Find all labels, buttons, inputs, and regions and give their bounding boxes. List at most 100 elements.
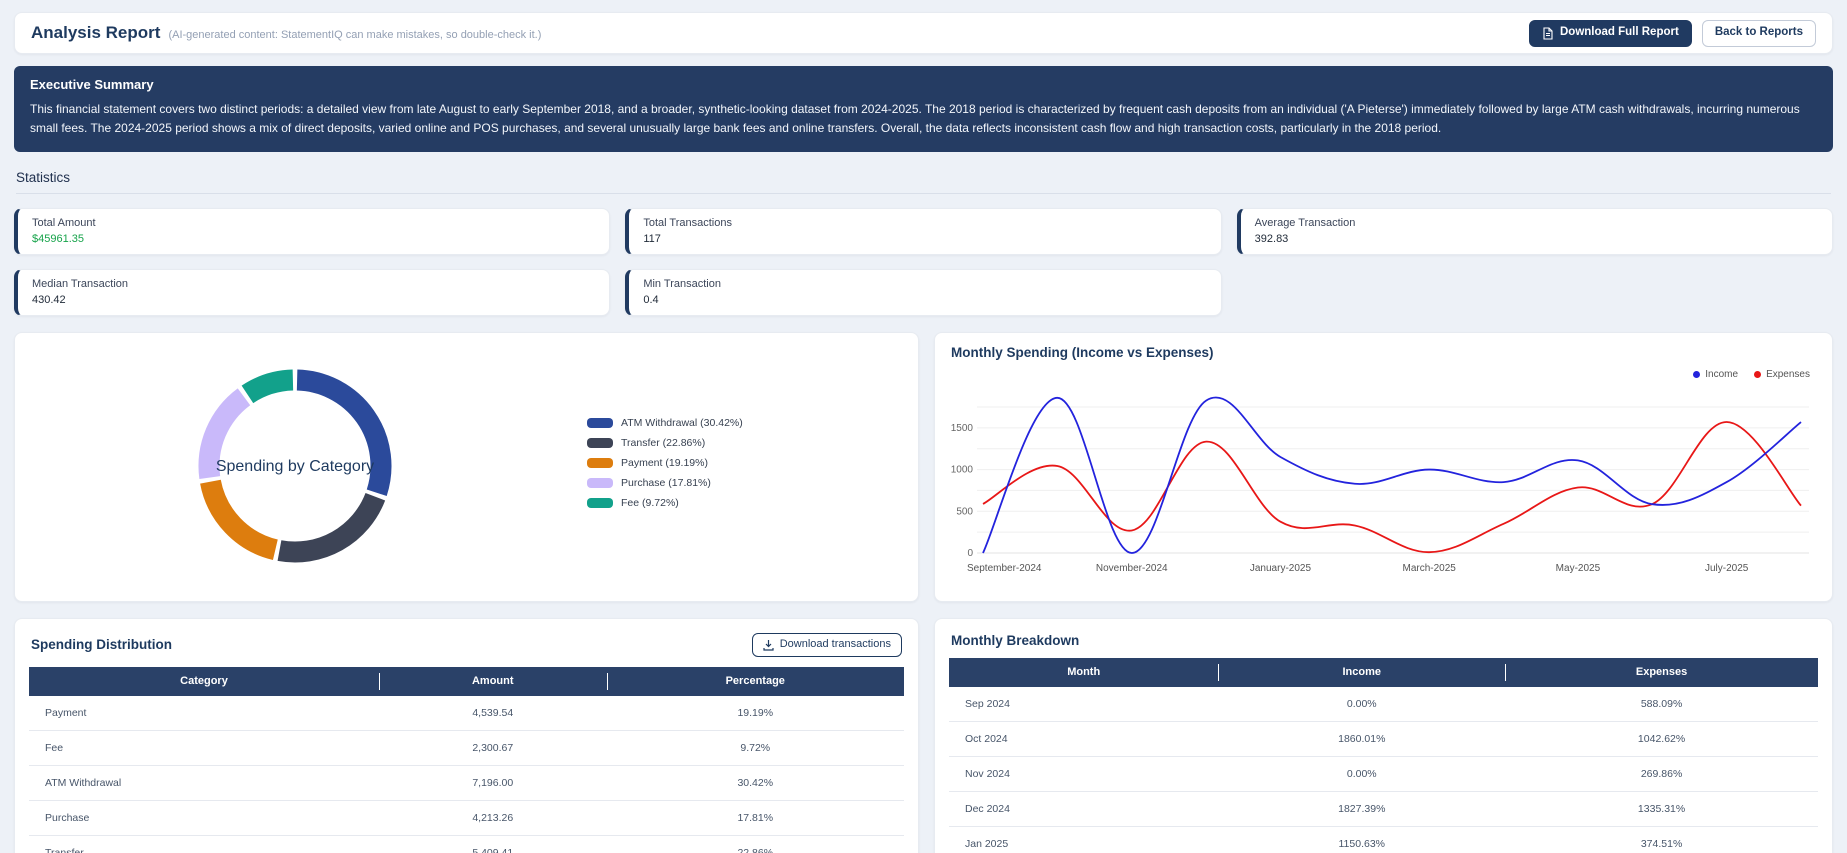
table-cell: Jan 2025 (949, 826, 1219, 853)
table-cell: 7,196.00 (379, 765, 607, 802)
stat-label: Min Transaction (643, 277, 721, 290)
monthly-breakdown-title: Monthly Breakdown (951, 632, 1080, 648)
table-cell: 1335.31% (1505, 791, 1818, 828)
file-document-icon (1542, 26, 1554, 40)
monthly-breakdown-table: Month Income Expenses Sep 2024 0.00% 588.09% O… (949, 657, 1818, 853)
monthly-spending-chart-card: Monthly Spending (Income vs Expenses) In… (934, 331, 1833, 602)
download-full-report-label: Download Full Report (1559, 26, 1679, 39)
y-axis-tick: 0 (967, 548, 973, 559)
table-cell: Dec 2024 (949, 791, 1219, 828)
stat-label: Total Amount (32, 216, 96, 229)
legend-label: ATM Withdrawal (30.42%) (621, 416, 743, 429)
x-axis-tick: January-2025 (1250, 563, 1312, 574)
table-cell: 1860.01% (1218, 721, 1506, 758)
legend-swatch (587, 477, 613, 488)
spending-by-category-chart-card: Spending by Category ATM Withdrawal (30.… (14, 331, 919, 602)
table-cell: 1827.39% (1218, 791, 1506, 828)
x-axis-tick: November-2024 (1096, 563, 1168, 574)
table-cell: Sep 2024 (949, 686, 1219, 723)
top-header-bar: Analysis Report (AI-generated content: S… (14, 12, 1833, 54)
donut-legend-item[interactable]: Transfer (22.86%) (587, 437, 743, 449)
line-legend-item-income[interactable]: Income (1693, 369, 1738, 380)
table-cell: 0.00% (1218, 756, 1506, 793)
table-row: Nov 2024 0.00% 269.86% (949, 756, 1818, 793)
x-axis-tick: September-2024 (967, 563, 1042, 574)
legend-label: Expenses (1766, 368, 1810, 380)
donut-segment-atm-withdrawal[interactable] (296, 369, 392, 496)
legend-swatch (587, 417, 613, 428)
stat-value: 0.4 (643, 293, 659, 306)
stat-card-median-transaction: Median Transaction 430.42 (14, 268, 611, 316)
table-row: Sep 2024 0.00% 588.09% (949, 686, 1818, 723)
spending-distribution-section: Spending Distribution Download transacti… (14, 617, 919, 853)
statistics-heading: Statistics (16, 170, 1831, 194)
donut-segment-payment[interactable] (200, 479, 279, 560)
table-cell: 4,213.26 (379, 800, 607, 837)
x-axis-tick: July-2025 (1705, 563, 1749, 574)
stat-card-min-transaction: Min Transaction 0.4 (625, 268, 1222, 316)
legend-swatch (587, 497, 613, 508)
table-cell: 17.81% (606, 800, 904, 837)
table-cell: 19.19% (606, 695, 904, 732)
table-row: Purchase 4,213.26 17.81% (29, 800, 904, 837)
download-full-report-button[interactable]: Download Full Report (1528, 19, 1692, 47)
table-cell: Fee (29, 730, 379, 767)
monthly-spending-line-chart: 0 500 1000 1500 September-2024 November-2024 J… (951, 396, 1809, 574)
donut-legend-item[interactable]: ATM Withdrawal (30.42%) (587, 417, 743, 429)
stat-label: Total Transactions (643, 216, 732, 229)
y-axis-tick: 500 (956, 506, 973, 517)
column-header-month: Month (949, 657, 1219, 687)
stat-card-total-amount: Total Amount $45961.35 (14, 207, 611, 255)
table-cell: Oct 2024 (949, 721, 1219, 758)
legend-label: Transfer (22.86%) (621, 436, 706, 449)
back-to-reports-label: Back to Reports (1714, 26, 1803, 39)
table-cell: Nov 2024 (949, 756, 1219, 793)
x-axis-tick: March-2025 (1403, 563, 1457, 574)
x-axis-tick: May-2025 (1556, 563, 1601, 574)
table-cell: 22.86% (606, 835, 904, 853)
donut-segment-transfer[interactable] (277, 492, 386, 563)
column-header-category: Category (29, 666, 379, 696)
table-row: Transfer5,409.4122.86% (29, 835, 904, 853)
spending-distribution-table: Category Amount Percentage Payment 4,539.54 1… (29, 666, 904, 853)
column-header-amount: Amount (379, 666, 607, 696)
table-header-row: Month Income Expenses (949, 657, 1818, 687)
stat-value: $45961.35 (32, 232, 84, 245)
download-transactions-button[interactable]: Download transactions (751, 632, 902, 657)
table-cell: Payment (29, 695, 379, 732)
legend-label: Purchase (17.81%) (621, 476, 711, 489)
y-axis-tick: 1000 (951, 464, 974, 475)
table-cell: 588.09% (1505, 686, 1818, 723)
back-to-reports-button[interactable]: Back to Reports (1701, 19, 1816, 47)
legend-swatch (587, 437, 613, 448)
page-subtitle: (AI-generated content: StatementIQ can m… (168, 29, 542, 41)
donut-legend-item[interactable]: Payment (19.19%) (587, 457, 743, 469)
table-cell: 9.72% (606, 730, 904, 767)
line-legend-item-expenses[interactable]: Expenses (1754, 369, 1810, 380)
table-row: Payment 4,539.54 19.19% (29, 695, 904, 732)
donut-legend-item[interactable]: Fee (9.72%) (587, 497, 743, 509)
download-transactions-label: Download transactions (779, 638, 891, 651)
donut-segment-fee[interactable] (241, 369, 294, 404)
statistics-cards-grid: Total Amount $45961.35 Total Transactions 1… (14, 207, 1833, 316)
table-cell: 2,300.67 (379, 730, 607, 767)
table-cell: ATM Withdrawal (29, 765, 379, 802)
table-cell: 0.00% (1218, 686, 1506, 723)
monthly-breakdown-section: Monthly Breakdown Month Income Expenses Sep… (934, 617, 1833, 853)
table-cell: 1150.63% (1218, 826, 1506, 853)
donut-legend-item[interactable]: Purchase (17.81%) (587, 477, 743, 489)
donut-center-label: Spending by Category (216, 458, 374, 475)
spending-by-category-donut-chart: Spending by Category (187, 358, 403, 579)
legend-swatch (587, 457, 613, 468)
stat-card-total-transactions: Total Transactions 117 (625, 207, 1222, 255)
legend-label: Payment (19.19%) (621, 456, 708, 469)
y-axis-tick: 1500 (951, 423, 974, 434)
executive-summary-text: This financial statement covers two dist… (30, 102, 1800, 136)
column-header-percentage: Percentage (606, 666, 904, 696)
table-cell: 30.42% (606, 765, 904, 802)
table-cell: Transfer (29, 835, 379, 853)
page-title: Analysis Report (31, 23, 161, 42)
table-row: ATM Withdrawal 7,196.00 30.42% (29, 765, 904, 802)
table-cell: 5,409.41 (379, 835, 607, 853)
table-cell: 1042.62% (1505, 721, 1818, 758)
